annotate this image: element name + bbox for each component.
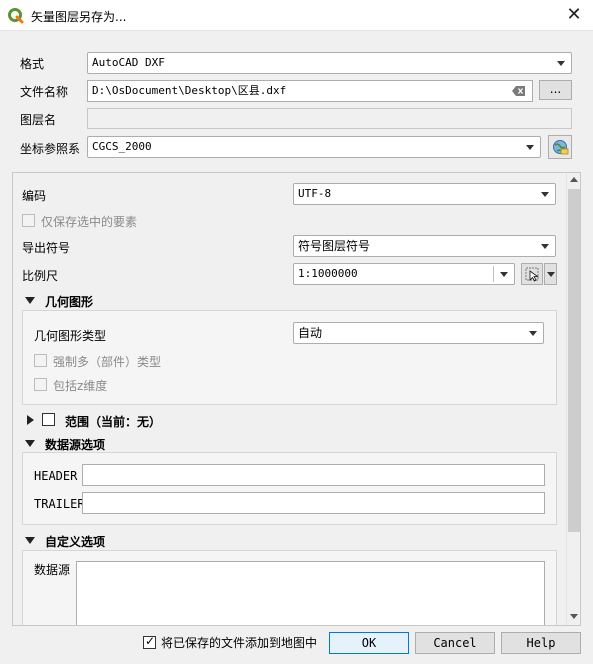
datasource-group [22, 452, 557, 525]
collapse-datasource-icon[interactable] [25, 440, 35, 447]
extent-section-title[interactable]: 范围（当前：无） [65, 413, 161, 430]
format-combo[interactable]: AutoCAD DXF [87, 52, 572, 74]
force-multi-checkbox [34, 354, 47, 367]
add-to-map-checkbox[interactable] [143, 634, 156, 649]
layername-input [87, 108, 572, 129]
geometry-type-combo[interactable]: 自动 [293, 322, 544, 344]
header-input[interactable] [82, 464, 545, 486]
geometry-type-label: 几何图形类型 [34, 329, 107, 343]
crs-label: 坐标参照系 [20, 142, 81, 156]
extent-checkbox[interactable] [42, 413, 55, 426]
encoding-combo[interactable]: UTF-8 [293, 183, 556, 205]
filename-input[interactable]: D:\OsDocument\Desktop\区县.dxf [87, 80, 533, 102]
chevron-down-icon [500, 272, 508, 277]
collapse-geometry-icon[interactable] [25, 297, 35, 304]
chevron-down-icon [557, 61, 565, 66]
scale-combo[interactable]: 1:1000000 [293, 263, 515, 285]
crs-value: CGCS_2000 [92, 140, 152, 153]
title-bar: 矢量图层另存为... ✕ [0, 0, 593, 31]
vertical-scrollbar[interactable] [566, 173, 580, 625]
symbology-combo[interactable]: 符号图层符号 [293, 235, 556, 257]
browse-button[interactable]: ... [539, 80, 572, 100]
chevron-down-icon [541, 244, 549, 249]
trailer-label: TRAILER [34, 497, 85, 511]
filename-label: 文件名称 [20, 85, 69, 99]
scroll-down-icon[interactable] [570, 614, 578, 619]
clear-icon[interactable] [512, 86, 526, 96]
globe-icon [553, 140, 569, 155]
selected-only-checkbox [22, 214, 35, 227]
format-label: 格式 [20, 57, 45, 71]
geometry-type-value: 自动 [298, 326, 323, 340]
selected-only-label: 仅保存选中的要素 [41, 215, 138, 229]
force-multi-label: 强制多（部件）类型 [53, 355, 162, 369]
window-title: 矢量图层另存为... [31, 10, 127, 24]
scroll-up-icon[interactable] [570, 177, 578, 182]
scale-value: 1:1000000 [298, 267, 358, 280]
symbology-value: 符号图层符号 [298, 239, 371, 253]
scale-menu-button[interactable] [544, 263, 557, 285]
include-z-checkbox [34, 378, 47, 391]
custom-datasource-textarea[interactable] [76, 561, 545, 625]
encoding-label: 编码 [22, 189, 47, 203]
scroll-thumb[interactable] [568, 189, 580, 532]
include-z-label: 包括z维度 [53, 379, 108, 393]
separator [493, 266, 494, 282]
collapse-custom-icon[interactable] [25, 537, 35, 544]
add-to-map-label[interactable]: 将已保存的文件添加到地图中 [161, 634, 317, 651]
crs-combo[interactable]: CGCS_2000 [87, 136, 541, 158]
ok-button[interactable]: OK [329, 632, 409, 654]
cancel-button[interactable]: Cancel [415, 632, 495, 654]
symbology-label: 导出符号 [22, 241, 71, 255]
trailer-input[interactable] [82, 492, 545, 514]
crs-select-button[interactable] [548, 135, 572, 159]
qgis-logo-icon [8, 8, 24, 24]
datasource-section-title[interactable]: 数据源选项 [45, 436, 105, 453]
expand-extent-icon[interactable] [27, 415, 34, 425]
chevron-down-icon [547, 272, 555, 277]
filename-value: D:\OsDocument\Desktop\区县.dxf [92, 84, 287, 97]
custom-datasource-label: 数据源 [34, 563, 71, 577]
help-button[interactable]: Help [501, 632, 581, 654]
header-label: HEADER [34, 469, 78, 483]
chevron-down-icon [526, 145, 534, 150]
chevron-down-icon [529, 331, 537, 336]
cursor-icon [525, 267, 539, 282]
map-canvas-scale-button[interactable] [521, 263, 543, 285]
geometry-section-title[interactable]: 几何图形 [45, 293, 93, 310]
close-icon[interactable]: ✕ [558, 3, 590, 29]
layername-label: 图层名 [20, 113, 57, 127]
format-value: AutoCAD DXF [92, 56, 165, 69]
chevron-down-icon [541, 192, 549, 197]
custom-section-title[interactable]: 自定义选项 [45, 533, 105, 550]
scale-label: 比例尺 [22, 269, 59, 283]
encoding-value: UTF-8 [298, 187, 332, 200]
